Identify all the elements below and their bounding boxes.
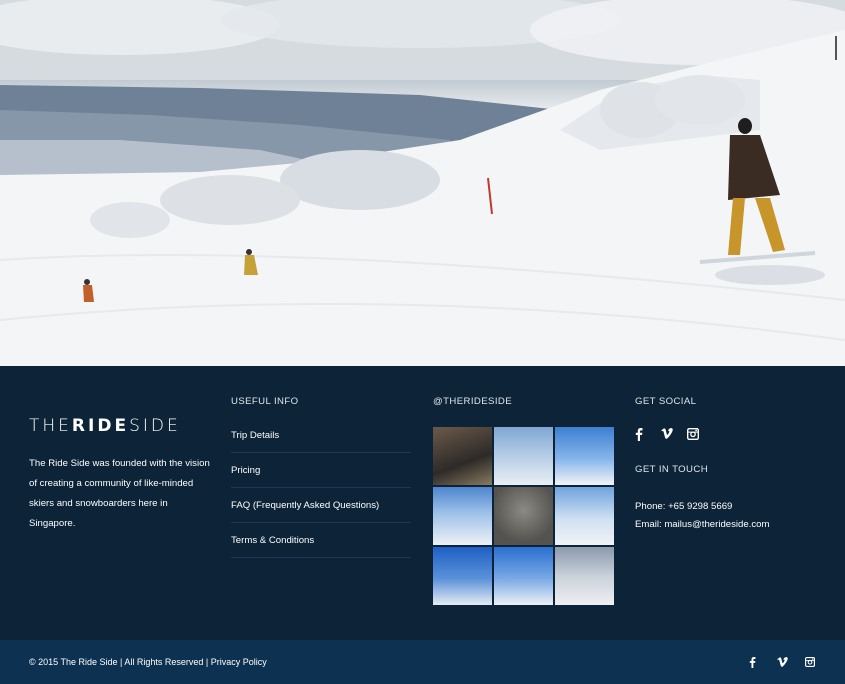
instagram-photo[interactable]: [494, 547, 553, 605]
social-icons: [635, 428, 699, 441]
brand-the: THE: [29, 416, 72, 436]
instagram-icon[interactable]: [805, 657, 817, 670]
get-social-title: GET SOCIAL: [635, 396, 697, 407]
copyright: © 2015 The Ride Side | All Rights Reserv…: [29, 657, 267, 667]
instagram-photo[interactable]: [555, 427, 614, 485]
link-faq[interactable]: FAQ (Frequently Asked Questions): [231, 488, 411, 523]
useful-info-links: Trip Details Pricing FAQ (Frequently Ask…: [231, 418, 411, 558]
vimeo-icon[interactable]: [661, 428, 673, 441]
bottom-social-icons: [749, 657, 817, 670]
instagram-photo[interactable]: [433, 427, 492, 485]
instagram-grid: [433, 427, 614, 606]
instagram-photo[interactable]: [555, 547, 614, 605]
useful-info-title: USEFUL INFO: [231, 396, 299, 407]
copyright-text: © 2015 The Ride Side | All Rights Reserv…: [29, 657, 211, 667]
footer-bottom-bar: © 2015 The Ride Side | All Rights Reserv…: [0, 640, 845, 684]
hero-image: [0, 0, 845, 366]
contact-info: Phone: +65 9298 5669 Email: mailus@theri…: [635, 498, 770, 534]
vimeo-icon[interactable]: [777, 657, 789, 670]
instagram-title: @THERIDESIDE: [433, 396, 513, 407]
brand-ride: RIDE: [71, 416, 130, 436]
link-pricing[interactable]: Pricing: [231, 453, 411, 488]
instagram-photo[interactable]: [433, 547, 492, 605]
link-terms[interactable]: Terms & Conditions: [231, 523, 411, 558]
about-text: The Ride Side was founded with the visio…: [29, 458, 210, 529]
instagram-photo[interactable]: [494, 487, 553, 545]
get-in-touch-title: GET IN TOUCH: [635, 464, 709, 475]
link-trip-details[interactable]: Trip Details: [231, 418, 411, 453]
instagram-photo[interactable]: [555, 487, 614, 545]
instagram-photo[interactable]: [433, 487, 492, 545]
email-text[interactable]: Email: mailus@therideside.com: [635, 516, 770, 534]
footer: THERIDESIDE The Ride Side was founded wi…: [0, 366, 845, 640]
brand-side: SIDE: [129, 416, 181, 436]
privacy-policy-link[interactable]: Privacy Policy: [211, 657, 267, 667]
facebook-icon[interactable]: [635, 428, 647, 441]
facebook-icon[interactable]: [749, 657, 761, 670]
brand-logo[interactable]: THERIDESIDE: [29, 416, 181, 436]
phone-text: Phone: +65 9298 5669: [635, 501, 733, 512]
instagram-icon[interactable]: [687, 428, 699, 441]
instagram-photo[interactable]: [494, 427, 553, 485]
